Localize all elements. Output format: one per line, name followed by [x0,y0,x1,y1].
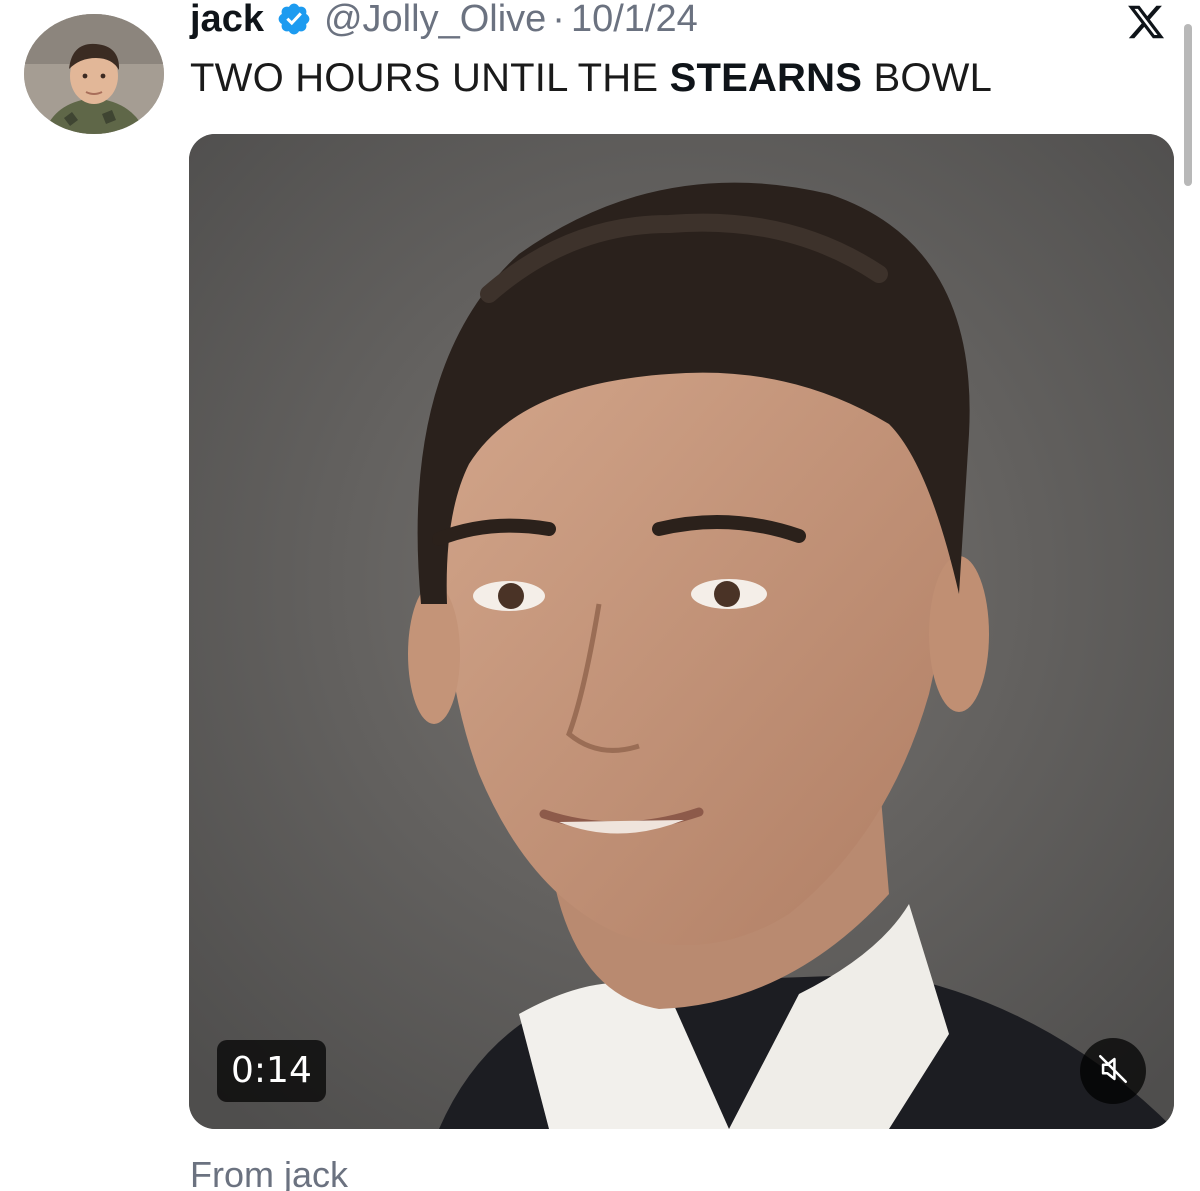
tweet-text-bold: STEARNS [669,56,863,100]
tweet-header: jack @Jolly_Olive · 10/1/24 [190,0,698,44]
video-player[interactable]: 0:14 [189,134,1174,1129]
tweet-text-before: TWO HOURS UNTIL THE [190,56,670,100]
header-separator: · [552,0,565,40]
video-duration: 0:14 [217,1040,326,1102]
from-author-label[interactable]: From jack [190,1154,348,1191]
author-name[interactable]: jack [190,0,264,41]
scrollbar-thumb[interactable] [1184,24,1192,186]
x-logo-icon [1122,2,1170,42]
tweet-text-after: BOWL [862,56,993,100]
tweet-card: jack @Jolly_Olive · 10/1/24 TWO HOURS UN… [0,0,1200,1191]
muted-speaker-icon [1096,1052,1130,1091]
author-avatar[interactable] [24,14,164,134]
avatar-photo [24,14,164,134]
author-handle[interactable]: @Jolly_Olive [324,0,546,41]
video-frame [189,134,1174,1129]
verified-badge-icon [276,1,312,37]
tweet-text: TWO HOURS UNTIL THE STEARNS BOWL [190,56,992,101]
mute-button[interactable] [1080,1038,1146,1104]
tweet-date[interactable]: 10/1/24 [571,0,698,41]
